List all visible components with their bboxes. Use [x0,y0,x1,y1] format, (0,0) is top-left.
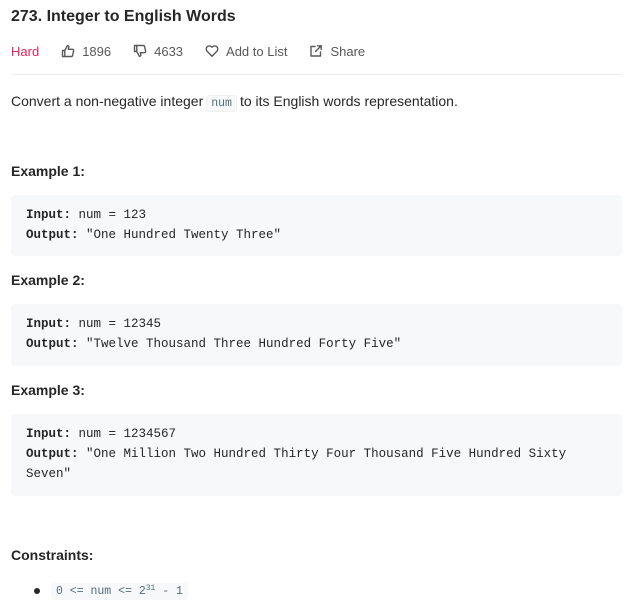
example-output-line: Output: "Twelve Thousand Three Hundred F… [26,334,607,354]
output-label: Output: [26,447,79,461]
example-3-heading: Example 3: [11,382,85,398]
share-label: Share [330,43,366,59]
like-count: 1896 [82,43,112,59]
example-2-box: Input: num = 12345 Output: "Twelve Thous… [11,304,622,366]
description-text-after: to its English words representation. [239,93,458,109]
problem-meta-row: Hard 1896 4633 Add to List Share [11,42,387,60]
thumbs-down-icon [133,44,147,58]
add-to-list-label: Add to List [226,43,288,59]
example-1-heading: Example 1: [11,163,85,179]
constraint-item: 0 <= num <= 231 - 1 [11,580,188,602]
example-1-box: Input: num = 123 Output: "One Hundred Tw… [11,195,622,256]
input-label: Input: [26,317,72,331]
thumbs-up-icon [61,44,75,58]
constraint-suffix: - 1 [155,584,183,598]
example-input-line: Input: num = 123 [26,205,607,225]
constraint-code: 0 <= num <= 231 - 1 [51,582,188,600]
problem-title: 273. Integer to English Words [11,8,236,25]
dislike-count: 4633 [154,43,184,59]
problem-description: Convert a non-negative integer num to its … [11,92,458,113]
constraints-list: 0 <= num <= 231 - 1 [11,580,188,602]
example-output-line: Output: "One Hundred Twenty Three" [26,225,607,245]
add-to-list-button[interactable]: Add to List [205,44,287,59]
example-2-heading: Example 2: [11,272,85,288]
example-output-value: "One Million Two Hundred Thirty Four Tho… [26,447,574,481]
input-label: Input: [26,208,72,222]
difficulty-badge: Hard [11,43,40,59]
dislike-button[interactable]: 4633 [133,44,183,59]
example-input-line: Input: num = 12345 [26,314,607,334]
share-button[interactable]: Share [309,44,365,59]
example-input-line: Input: num = 1234567 [26,424,607,444]
example-input-value: num = 12345 [78,317,162,331]
input-label: Input: [26,427,72,441]
output-label: Output: [26,337,79,351]
heart-icon [205,45,219,57]
bullet-icon [34,588,40,594]
header-divider [11,74,622,75]
description-text-before: Convert a non-negative integer [11,93,204,109]
share-icon [310,45,323,57]
example-input-value: num = 1234567 [78,427,177,441]
example-output-value: "Twelve Thousand Three Hundred Forty Fiv… [86,337,402,351]
example-3-box: Input: num = 1234567 Output: "One Millio… [11,414,622,496]
constraint-exponent: 31 [145,583,156,593]
example-output-line: Output: "One Million Two Hundred Thirty … [26,444,607,484]
output-label: Output: [26,228,79,242]
example-input-value: num = 123 [78,208,147,222]
constraints-heading: Constraints: [11,547,94,563]
like-button[interactable]: 1896 [61,44,111,59]
constraint-prefix: 0 <= num <= 2 [56,584,146,598]
description-inline-code: num [206,95,237,112]
example-output-value: "One Hundred Twenty Three" [86,228,282,242]
